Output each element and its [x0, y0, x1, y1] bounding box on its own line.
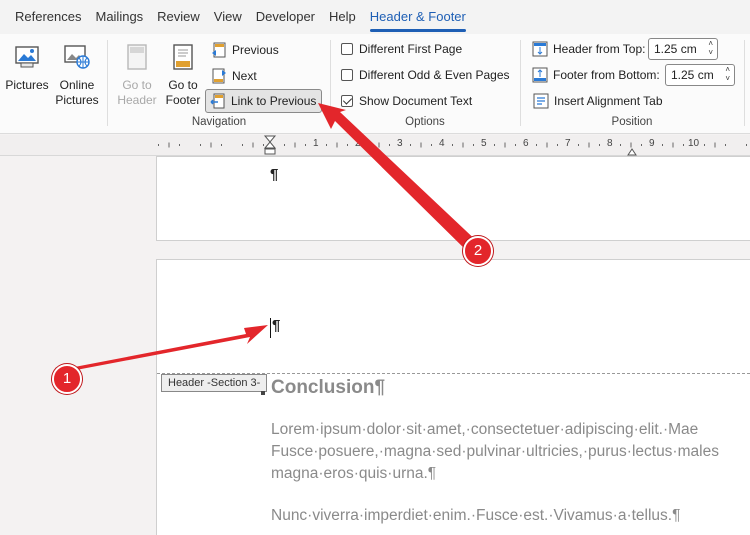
arrow-2-icon — [318, 103, 482, 255]
annotation-overlay — [64, 103, 482, 381]
callout-1: 1 — [52, 364, 82, 394]
arrow-1-icon — [64, 325, 268, 381]
callout-2: 2 — [463, 236, 493, 266]
